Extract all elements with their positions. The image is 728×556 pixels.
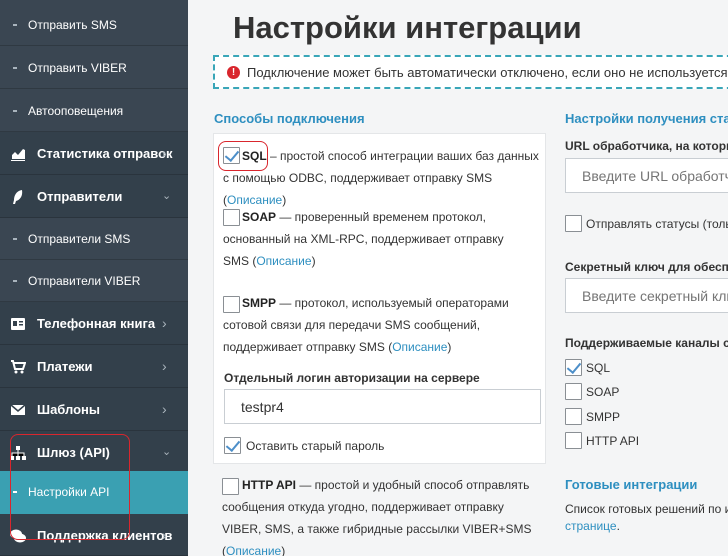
sidebar-item-label: Отправители SMS (28, 232, 131, 246)
sidebar-item-label: Отправить SMS (28, 18, 117, 32)
channel-smpp-label: SMPP (586, 410, 621, 424)
bullet-icon (13, 238, 17, 240)
channel-soap-label: SOAP (586, 385, 620, 399)
chevron-down-icon: ⌄ (162, 446, 172, 458)
status-settings-title: Настройки получения стат (565, 111, 728, 126)
address-book-icon (11, 318, 25, 330)
bar-chart-icon (11, 149, 25, 161)
chevron-right-icon: › (162, 358, 167, 374)
soap-description: SOAP — проверенный временем протокол, ос… (223, 206, 523, 272)
send-statuses-checkbox[interactable] (565, 215, 582, 232)
smpp-desc-tail: ) (447, 340, 452, 354)
soap-label: SOAP (242, 210, 277, 224)
sidebar-item-label: Статистика отправок (37, 146, 173, 161)
highlight-annotation (10, 434, 130, 540)
sidebar-item-send-sms[interactable]: Отправить SMS (0, 4, 188, 46)
channel-sql-label: SQL (586, 361, 611, 375)
channel-soap-checkbox[interactable] (565, 383, 582, 400)
sidebar-item-label: Автооповещения (28, 104, 124, 118)
sql-description: SQL – простой способ интеграции ваших ба… (223, 145, 543, 211)
feather-icon (13, 190, 23, 204)
sidebar-item-label: Отправители VIBER (28, 274, 141, 288)
sidebar-item-senders-sms[interactable]: Отправители SMS (0, 218, 188, 260)
sql-description-link[interactable]: Описание (227, 193, 282, 207)
smpp-label: SMPP (242, 296, 277, 310)
channel-sql-checkbox[interactable] (565, 359, 582, 376)
login-label: Отдельный логин авторизации на сервере (224, 371, 480, 385)
ready-integrations-text: Список готовых решений по и (565, 502, 728, 516)
ready-integrations-link[interactable]: странице (565, 519, 617, 533)
ready-line-tail: . (616, 519, 620, 533)
sql-label: SQL (242, 149, 267, 163)
smpp-description: SMPP — протокол, используемый операторам… (223, 292, 543, 358)
sidebar-item-autonotify[interactable]: Автооповещения (0, 90, 188, 132)
chevron-right-icon: › (162, 145, 167, 161)
http-api-label: HTTP API (242, 478, 297, 492)
bullet-icon (13, 24, 17, 26)
chevron-right-icon: › (162, 401, 167, 417)
envelope-icon (10, 404, 26, 415)
bullet-icon (13, 110, 17, 112)
chevron-down-icon: ⌄ (162, 190, 172, 202)
login-input[interactable] (224, 389, 541, 424)
http-api-description: HTTP API — простой и удобный способ отпр… (222, 474, 542, 556)
ready-integrations-title: Готовые интеграции (565, 477, 698, 492)
channel-http-label: HTTP API (586, 434, 640, 448)
keep-password-checkbox[interactable] (224, 437, 241, 454)
keep-password-label: Оставить старый пароль (246, 439, 385, 453)
methods-title: Способы подключения (214, 111, 365, 126)
sidebar-item-label: Телефонная книга (37, 316, 156, 331)
sidebar-item-label: Отправить VIBER (28, 61, 127, 75)
bullet-icon (13, 67, 17, 69)
soap-desc-tail: ) (311, 254, 316, 268)
sidebar-item-label: Отправители (37, 189, 123, 204)
methods-card: SQL – простой способ интеграции ваших ба… (213, 133, 546, 464)
bullet-icon (13, 280, 17, 282)
sidebar-item-payments[interactable]: Платежи › (0, 345, 188, 388)
page-title: Настройки интеграции (233, 10, 582, 45)
sidebar-item-senders[interactable]: Отправители ⌄ (0, 175, 188, 218)
sidebar-item-senders-viber[interactable]: Отправители VIBER (0, 260, 188, 302)
url-label: URL обработчика, на который (565, 139, 728, 153)
sidebar-item-label: Платежи (37, 359, 93, 374)
sidebar-item-label: Шаблоны (37, 402, 100, 417)
http-desc-tail: ) (281, 544, 286, 556)
sql-desc-tail: ) (282, 193, 287, 207)
sidebar-item-templates[interactable]: Шаблоны › (0, 388, 188, 431)
notice-text: Подключение может быть автоматически отк… (247, 65, 728, 80)
secret-label: Секретный ключ для обеспече (565, 260, 728, 274)
url-input[interactable] (565, 158, 728, 193)
sidebar-item-send-viber[interactable]: Отправить VIBER (0, 47, 188, 89)
main-content: Настройки интеграции ! Подключение может… (188, 0, 728, 556)
notice-banner: ! Подключение может быть автоматически о… (213, 55, 728, 89)
ready-integrations-line2: странице. (565, 519, 620, 533)
sidebar: Отправить SMS Отправить VIBER Автооповещ… (0, 0, 188, 556)
channel-smpp-checkbox[interactable] (565, 408, 582, 425)
soap-description-link[interactable]: Описание (256, 254, 311, 268)
channel-http-checkbox[interactable] (565, 432, 582, 449)
sidebar-item-statistics[interactable]: Статистика отправок › (0, 132, 188, 175)
http-api-description-link[interactable]: Описание (226, 544, 281, 556)
channels-label: Поддерживаемые каналы созд (565, 336, 728, 350)
alert-icon: ! (227, 66, 240, 79)
chevron-right-icon: › (162, 315, 167, 331)
chevron-right-icon: › (162, 527, 167, 543)
smpp-description-link[interactable]: Описание (392, 340, 447, 354)
secret-input[interactable] (565, 278, 728, 313)
cart-icon (11, 360, 26, 374)
sidebar-item-phonebook[interactable]: Телефонная книга › (0, 302, 188, 345)
send-statuses-label: Отправлять статусы (тольк (586, 217, 728, 231)
